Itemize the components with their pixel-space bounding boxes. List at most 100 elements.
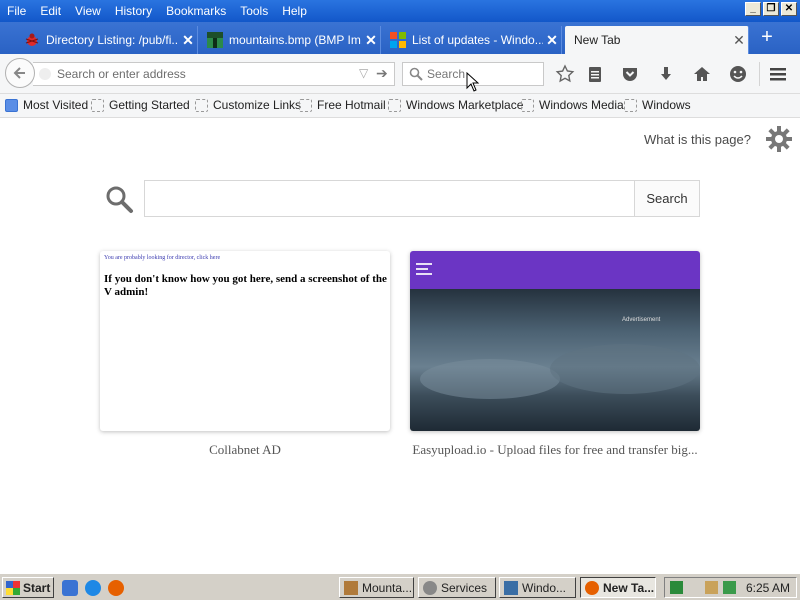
clock: 6:25 AM xyxy=(746,581,791,595)
new-tab-button[interactable]: + xyxy=(755,27,779,49)
start-button[interactable]: Start xyxy=(2,577,54,598)
task-mountains[interactable]: Mounta... xyxy=(339,577,414,598)
tile-label[interactable]: Collabnet AD xyxy=(100,442,390,458)
tab-close-icon[interactable]: ✕ xyxy=(362,32,380,49)
mouse-cursor-icon xyxy=(466,72,480,92)
window-controls: _ ❐ ✕ xyxy=(745,2,797,16)
toolbar-separator xyxy=(759,62,760,86)
back-arrow-icon xyxy=(13,67,25,79)
reading-list-icon[interactable] xyxy=(585,64,605,84)
address-placeholder: Search or enter address xyxy=(57,67,186,81)
gear-icon[interactable] xyxy=(765,125,793,153)
menu-icon[interactable] xyxy=(768,64,788,84)
task-services[interactable]: Services xyxy=(418,577,496,598)
search-icon xyxy=(409,67,423,81)
tab-new-tab[interactable]: New Tab ✕ xyxy=(565,26,749,54)
bookmark-page-icon xyxy=(521,98,534,112)
restore-button[interactable]: ❐ xyxy=(763,2,779,16)
paint-icon xyxy=(344,580,358,595)
back-button[interactable] xyxy=(5,58,35,88)
hello-icon[interactable] xyxy=(728,64,748,84)
task-windows-update[interactable]: Windo... xyxy=(499,577,576,598)
navigation-bar: Search or enter address ▽ ➔ Search xyxy=(0,54,800,94)
address-bar[interactable]: Search or enter address ▽ ➔ xyxy=(33,62,395,86)
menu-bookmarks[interactable]: Bookmarks xyxy=(159,0,233,22)
tab-close-icon[interactable]: ✕ xyxy=(730,32,748,49)
menu-items: File Edit View History Bookmarks Tools H… xyxy=(0,0,314,22)
bookmark-label: Windows xyxy=(642,98,691,112)
minimize-button[interactable]: _ xyxy=(745,2,761,16)
show-desktop-icon[interactable] xyxy=(62,580,78,596)
bookmarks-toolbar: Most Visited Getting Started Customize L… xyxy=(0,94,800,118)
menu-tools[interactable]: Tools xyxy=(233,0,275,22)
pocket-icon[interactable] xyxy=(620,64,640,84)
bookmark-windows[interactable]: Windows xyxy=(624,98,691,112)
system-tray: 6:25 AM xyxy=(664,577,797,598)
page-search-input[interactable] xyxy=(144,180,635,217)
task-label: New Ta... xyxy=(603,580,655,595)
search-button[interactable]: Search xyxy=(634,180,700,217)
hamburger-icon xyxy=(416,263,432,275)
tile-thumbnail-text: You are probably looking for director, c… xyxy=(104,255,221,261)
bookmark-most-visited[interactable]: Most Visited xyxy=(5,98,88,112)
download-icon[interactable] xyxy=(656,64,676,84)
task-label: Mounta... xyxy=(362,580,413,595)
bug-icon xyxy=(25,33,39,46)
tab-title: New Tab xyxy=(574,33,621,47)
task-label: Windo... xyxy=(522,580,567,595)
search-icon xyxy=(106,186,133,213)
tray-app-icon[interactable] xyxy=(670,581,683,594)
tab-close-icon[interactable]: ✕ xyxy=(179,32,197,49)
tile-thumbnail-image xyxy=(410,289,700,431)
top-site-tile-easyupload[interactable]: Advertisement xyxy=(410,251,700,431)
taskbar: Start Mounta... Services Windo... New Ta… xyxy=(0,573,800,600)
tile-header-bar xyxy=(410,251,700,289)
history-dropmarker-icon[interactable]: ▽ xyxy=(359,66,368,80)
what-is-this-page-link[interactable]: What is this page? xyxy=(644,132,751,147)
bookmark-windows-media[interactable]: Windows Media xyxy=(521,98,624,112)
tab-list-of-updates[interactable]: List of updates - Windo... ✕ xyxy=(384,26,562,54)
star-icon[interactable] xyxy=(555,64,575,84)
tab-directory-listing[interactable]: Directory Listing: /pub/fi... ✕ xyxy=(18,26,198,54)
bookmark-page-icon xyxy=(299,98,312,112)
bookmark-page-icon xyxy=(388,98,401,112)
bookmark-free-hotmail[interactable]: Free Hotmail xyxy=(299,98,386,112)
menu-view[interactable]: View xyxy=(68,0,108,22)
tab-title: mountains.bmp (BMP Im... xyxy=(229,33,362,47)
firefox-icon[interactable] xyxy=(108,580,124,596)
tile-label[interactable]: Easyupload.io - Upload files for free an… xyxy=(405,442,705,458)
bookmark-windows-marketplace[interactable]: Windows Marketplace xyxy=(388,98,523,112)
menu-edit[interactable]: Edit xyxy=(33,0,68,22)
tab-strip: Directory Listing: /pub/fi... ✕ mountain… xyxy=(0,22,800,54)
tab-close-icon[interactable]: ✕ xyxy=(543,32,561,49)
firefox-icon xyxy=(585,580,599,595)
top-site-tile-collabnet[interactable]: You are probably looking for director, c… xyxy=(100,251,390,431)
bookmark-customize-links[interactable]: Customize Links xyxy=(195,98,301,112)
internet-explorer-icon[interactable] xyxy=(85,580,101,596)
tab-mountains-bmp[interactable]: mountains.bmp (BMP Im... ✕ xyxy=(201,26,381,54)
most-visited-icon xyxy=(5,98,18,112)
tray-volume-icon[interactable] xyxy=(723,581,736,594)
bookmark-getting-started[interactable]: Getting Started xyxy=(91,98,190,112)
menu-history[interactable]: History xyxy=(108,0,159,22)
new-tab-page: What is this page? Search You are probab… xyxy=(0,118,800,573)
start-label: Start xyxy=(23,580,51,595)
bookmark-label: Windows Marketplace xyxy=(406,98,524,112)
services-gear-icon xyxy=(423,580,437,595)
go-arrow-icon[interactable]: ➔ xyxy=(376,65,388,82)
menu-help[interactable]: Help xyxy=(275,0,314,22)
windows-logo-icon xyxy=(390,32,406,48)
search-placeholder: Search xyxy=(427,67,466,81)
bookmark-label: Free Hotmail xyxy=(317,98,386,112)
close-window-button[interactable]: ✕ xyxy=(781,2,797,16)
tab-title: Directory Listing: /pub/fi... xyxy=(46,33,179,47)
tray-network-icon[interactable] xyxy=(705,581,718,594)
windows-flag-icon xyxy=(6,580,20,595)
task-label: Services xyxy=(441,580,488,595)
home-icon[interactable] xyxy=(692,64,712,84)
menu-file[interactable]: File xyxy=(0,0,33,22)
bookmark-label: Customize Links xyxy=(213,98,302,112)
window-icon xyxy=(504,580,518,595)
site-identity-icon[interactable] xyxy=(39,68,51,80)
task-firefox-new-tab[interactable]: New Ta... xyxy=(580,577,656,598)
